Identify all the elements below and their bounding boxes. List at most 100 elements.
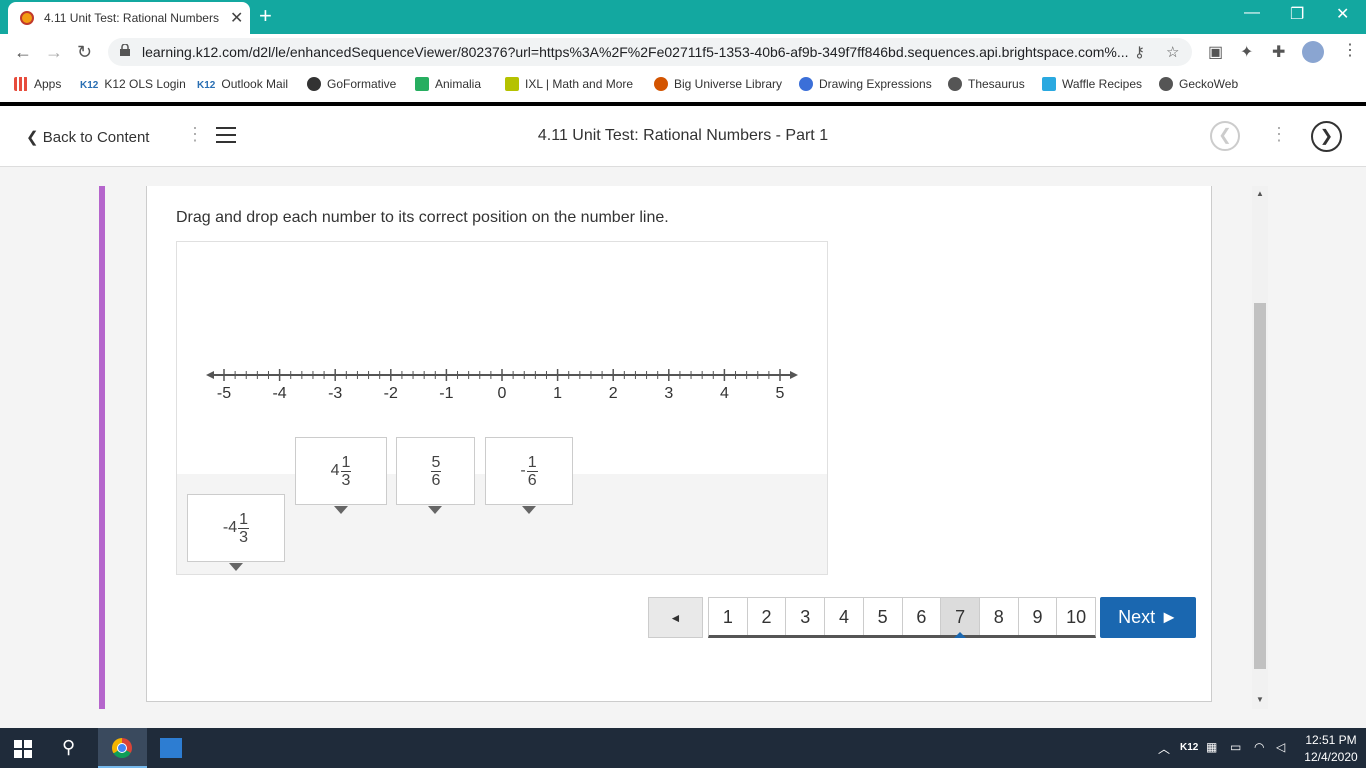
chrome-taskbar-button[interactable] [98,728,147,768]
draggable-number-card[interactable]: -16 [485,437,573,505]
window-minimize-icon[interactable]: — [1244,4,1260,22]
k12-icon: K12 [80,80,99,91]
draggable-number-card[interactable]: 413 [295,437,387,505]
chevron-left-icon: ❮ [26,129,43,146]
next-topic-icon[interactable]: ❯ [1311,121,1342,152]
page-button-7[interactable]: 7 [941,598,980,638]
media-extension-icon[interactable]: ▣ [1208,42,1223,62]
k12-tray-icon[interactable]: K12 [1180,742,1198,753]
pager-previous-button[interactable]: ◄ [648,597,703,638]
profile-avatar[interactable] [1302,41,1324,63]
page-button-10[interactable]: 10 [1057,598,1095,635]
new-tab-icon[interactable]: + [259,3,272,29]
previous-topic-icon[interactable]: ❮ [1210,121,1240,151]
globe-icon [1159,77,1173,91]
fraction: 13 [238,510,250,546]
window-close-icon[interactable]: ✕ [1336,4,1349,24]
next-button[interactable]: Next ► [1100,597,1196,638]
arrow-right-icon [790,371,798,379]
accent-bar [99,186,105,709]
bookmark-goformative[interactable]: GoFormative [307,77,396,91]
globe-icon [948,77,962,91]
browser-tab-strip: 4.11 Unit Test: Rational Numbers ✕ + — ❐… [0,0,1366,34]
draggable-number-card[interactable]: 56 [396,437,475,505]
page-title: 4.11 Unit Test: Rational Numbers - Part … [537,127,829,144]
tab-favicon-icon [20,11,34,25]
scrollbar-thumb[interactable] [1254,303,1266,669]
more-options-icon[interactable]: ⋮ [186,124,204,145]
browser-menu-icon[interactable]: ⋮ [1342,40,1358,60]
page-button-6[interactable]: 6 [903,598,942,635]
extensions-puzzle-icon[interactable]: ✚ [1272,42,1285,62]
window-restore-icon[interactable]: ❐ [1290,4,1304,24]
key-icon[interactable]: ⚷ [1134,43,1145,61]
photos-taskbar-icon[interactable] [160,738,182,758]
bookmark-big-universe[interactable]: Big Universe Library [654,77,782,91]
question-pager: 1 2 3 4 5 6 7 8 9 10 [708,597,1096,638]
page-button-4[interactable]: 4 [825,598,864,635]
goformative-icon [307,77,321,91]
question-instruction: Drag and drop each number to its correct… [176,209,669,226]
address-bar[interactable]: learning.k12.com/d2l/le/enhancedSequence… [108,38,1192,66]
scroll-up-icon[interactable]: ▲ [1256,189,1264,198]
hamburger-menu-icon[interactable] [216,127,236,143]
apps-grid-icon [14,77,28,91]
search-icon[interactable]: ⚲ [62,737,75,758]
volume-icon[interactable]: ◁ [1276,740,1285,754]
forward-arrow-icon[interactable]: → [45,42,63,63]
bookmark-drawing-expressions[interactable]: Drawing Expressions [799,77,932,91]
url-text: learning.k12.com/d2l/le/enhancedSequence… [142,44,1129,60]
windows-start-icon[interactable] [14,740,32,758]
bookmark-apps[interactable]: Apps [14,77,61,91]
battery-icon[interactable]: ▭ [1230,740,1241,754]
bookmark-thesaurus[interactable]: Thesaurus [948,77,1025,91]
bookmark-star-icon[interactable]: ☆ [1166,43,1179,61]
number-line: -5 -4 -3 -2 -1 0 1 2 3 4 5 [206,369,798,402]
bird-extension-icon[interactable]: ✦ [1240,42,1253,62]
page-button-9[interactable]: 9 [1019,598,1058,635]
back-to-content-button[interactable]: ❮ Back to Content [26,128,149,146]
bookmark-outlook-mail[interactable]: K12 Outlook Mail [197,77,288,91]
clock-time: 12:51 PM [1305,733,1357,747]
reload-icon[interactable]: ↻ [77,42,92,63]
tick-label: 4 [720,385,729,402]
draggable-number-card[interactable]: -413 [187,494,285,562]
arrow-left-icon [206,371,214,379]
page-button-1[interactable]: 1 [709,598,748,635]
back-arrow-icon[interactable]: ← [14,42,32,63]
lock-icon [120,44,130,56]
scroll-down-icon[interactable]: ▼ [1256,695,1264,704]
wifi-icon[interactable]: ◠ [1254,740,1264,754]
bookmark-ixl[interactable]: IXL | Math and More [505,77,633,91]
card-pointer-icon [229,563,243,571]
page-button-8[interactable]: 8 [980,598,1019,635]
fraction: 13 [340,453,352,489]
page-button-2[interactable]: 2 [748,598,787,635]
tab-title: 4.11 Unit Test: Rational Numbers [44,11,219,25]
chevron-up-icon[interactable]: ︿ [1158,740,1170,757]
tick-label: -5 [217,385,231,402]
security-tray-icon[interactable]: ▦ [1206,740,1217,754]
tab-close-icon[interactable]: ✕ [230,8,243,28]
play-icon [1042,77,1056,91]
ixl-icon [505,77,519,91]
tick-label: -1 [439,385,453,402]
animalia-icon [415,77,429,91]
bookmark-animalia[interactable]: Animalia [415,77,481,91]
card-pointer-icon [428,506,442,514]
browser-tab[interactable]: 4.11 Unit Test: Rational Numbers ✕ [8,2,250,34]
bookmark-k12-ols-login[interactable]: K12 K12 OLS Login [80,77,186,91]
tick-label: 3 [664,385,673,402]
tick-label: -3 [328,385,342,402]
clock-date: 12/4/2020 [1304,750,1358,764]
page-button-5[interactable]: 5 [864,598,903,635]
bookmarks-bar: Apps K12 K12 OLS Login K12 Outlook Mail Go… [0,70,1366,100]
tick-label: -2 [384,385,398,402]
bookmark-geckoweb[interactable]: GeckoWeb [1159,77,1238,91]
card-pointer-icon [334,506,348,514]
butterfly-icon [654,77,668,91]
bookmark-waffle-recipes[interactable]: Waffle Recipes [1042,77,1142,91]
more-options-icon[interactable]: ⋮ [1270,124,1288,145]
browser-toolbar: ← → ↻ learning.k12.com/d2l/le/enhancedSe… [0,34,1366,70]
page-button-3[interactable]: 3 [786,598,826,635]
